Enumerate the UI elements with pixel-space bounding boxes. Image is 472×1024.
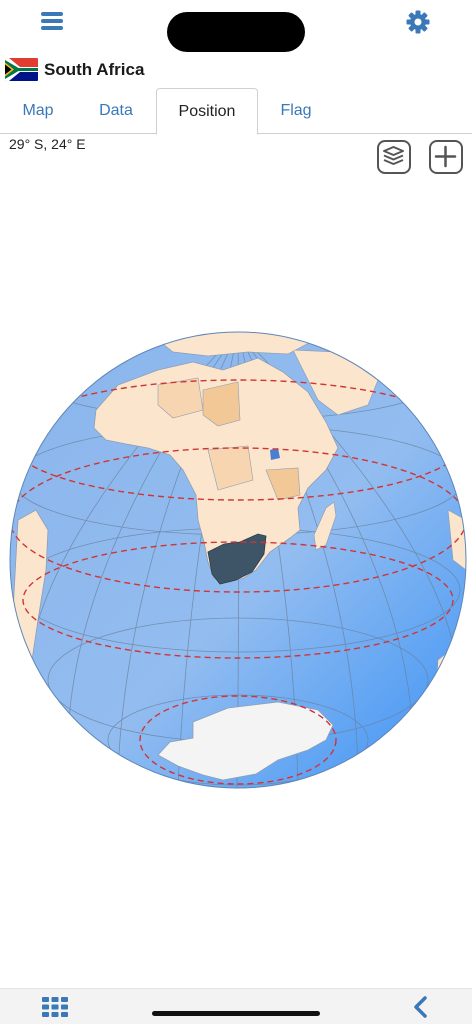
app-screen: South Africa Map Data Position Flag 29° … [0, 0, 472, 1024]
country-header: South Africa [0, 54, 472, 86]
tab-flag[interactable]: Flag [266, 88, 326, 134]
country-name: South Africa [44, 60, 145, 79]
bottom-bar [0, 988, 472, 1024]
grid-icon [42, 997, 68, 1017]
tab-data[interactable]: Data [86, 88, 146, 134]
south-africa-flag-icon [5, 58, 38, 81]
coordinates-readout: 29° S, 24° E [9, 136, 86, 152]
layers-button[interactable] [377, 140, 411, 174]
top-bar [0, 0, 472, 52]
camera-notch [167, 12, 305, 52]
settings-button[interactable] [404, 8, 432, 36]
home-indicator[interactable] [152, 1011, 320, 1016]
globe-map[interactable] [8, 330, 468, 790]
layers-icon [383, 146, 404, 165]
tab-position[interactable]: Position [156, 88, 258, 135]
menu-button[interactable] [38, 8, 68, 34]
back-button[interactable] [410, 995, 432, 1019]
tab-map[interactable]: Map [8, 88, 68, 134]
zoom-in-button[interactable] [429, 140, 463, 174]
tab-bar: Map Data Position Flag [0, 88, 472, 135]
chevron-left-icon [414, 996, 427, 1018]
gear-icon [406, 10, 430, 34]
grid-button[interactable] [42, 997, 68, 1017]
sahara-country [202, 381, 241, 427]
plus-icon [434, 145, 457, 168]
